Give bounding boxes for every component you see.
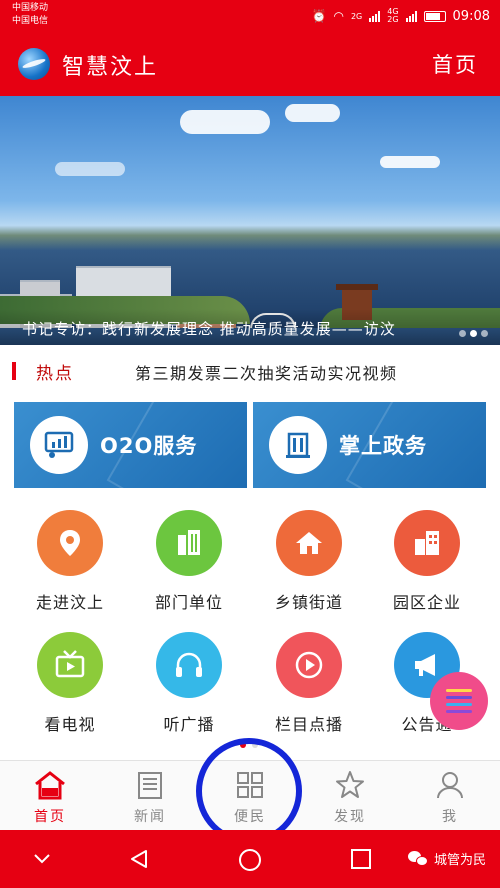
headphones-icon bbox=[156, 632, 222, 698]
home-circle-icon[interactable] bbox=[238, 848, 262, 872]
star-icon bbox=[336, 771, 364, 798]
map-pin-icon bbox=[37, 510, 103, 576]
carrier-info: 中国移动 中国电信 bbox=[12, 2, 48, 28]
grid-label: 乡镇街道 bbox=[274, 593, 343, 612]
banner-pagination bbox=[459, 330, 488, 337]
grid-label: 听广播 bbox=[163, 715, 215, 734]
home-link[interactable]: 首页 bbox=[432, 49, 478, 79]
alarm-icon: ⏰ bbox=[311, 9, 327, 23]
hot-headline[interactable]: 第三期发票二次抽奖活动实况视频 bbox=[135, 360, 398, 384]
banner-dot bbox=[459, 330, 466, 337]
grid-label: 部门单位 bbox=[154, 593, 223, 612]
app-logo-icon bbox=[18, 48, 50, 80]
office-tower-icon bbox=[156, 510, 222, 576]
cloud-shape bbox=[55, 162, 125, 176]
app-title: 智慧汶上 bbox=[62, 55, 159, 80]
status-bar: 中国移动 中国电信 ⏰ ◠ 2G 4G 2G 09:08 bbox=[0, 0, 500, 32]
factory-icon bbox=[394, 510, 460, 576]
hero-banner[interactable]: 书记专访：践行新发展理念 推动高质量发展——访汶 bbox=[0, 96, 500, 345]
grid-item-walk-into-wenshang[interactable]: 走进汶上 bbox=[15, 510, 125, 613]
battery-icon bbox=[423, 10, 446, 22]
hot-label: 热点 bbox=[36, 364, 74, 384]
tab-me[interactable]: 我 bbox=[400, 761, 500, 831]
grid-item-departments[interactable]: 部门单位 bbox=[134, 510, 244, 613]
grid-item-towns[interactable]: 乡镇街道 bbox=[254, 510, 364, 613]
hot-news-bar[interactable]: 热点 第三期发票二次抽奖活动实况视频 bbox=[0, 345, 500, 397]
back-icon[interactable] bbox=[128, 848, 150, 870]
tab-label: 我 bbox=[442, 809, 458, 825]
grid-item-radio[interactable]: 听广播 bbox=[134, 632, 244, 735]
system-nav-bar: 城管为民 bbox=[0, 830, 500, 888]
house-icon bbox=[276, 510, 342, 576]
signal-icon bbox=[369, 10, 381, 22]
wifi-icon: ◠ bbox=[333, 9, 344, 23]
grid-label: 看电视 bbox=[44, 715, 96, 734]
grid-label: 栏目点播 bbox=[274, 715, 343, 734]
mobile-government-button[interactable]: 掌上政务 bbox=[253, 402, 486, 488]
highlight-circle-annotation bbox=[196, 738, 302, 844]
status-indicators: ⏰ ◠ 2G 4G 2G 09:08 bbox=[312, 8, 491, 24]
tab-label: 新闻 bbox=[134, 809, 166, 825]
wechat-icon bbox=[407, 850, 428, 867]
carrier-1: 中国移动 bbox=[12, 3, 49, 13]
banner-caption: 书记专访：践行新发展理念 推动高质量发展——访汶 bbox=[22, 320, 396, 338]
chevron-down-icon[interactable] bbox=[32, 848, 52, 868]
network-labels: 4G 2G bbox=[387, 7, 399, 24]
grid-label: 走进汶上 bbox=[35, 593, 104, 612]
grid-label: 园区企业 bbox=[392, 593, 461, 612]
watermark-text: 城管为民 bbox=[433, 853, 486, 868]
cloud-shape bbox=[180, 110, 270, 134]
home-icon bbox=[35, 771, 65, 800]
app-screen: 中国移动 中国电信 ⏰ ◠ 2G 4G 2G 09:08 智慧汶上 首页 书记专… bbox=[0, 0, 500, 888]
cloud-shape bbox=[285, 104, 340, 122]
play-icon bbox=[276, 632, 342, 698]
network-2g-label: 2G bbox=[350, 11, 363, 21]
grid-item-on-demand[interactable]: 栏目点播 bbox=[254, 632, 364, 735]
tab-label: 首页 bbox=[34, 809, 66, 825]
tab-label: 发现 bbox=[334, 809, 366, 825]
watermark: 城管为民 bbox=[407, 849, 486, 868]
o2o-service-button[interactable]: O2O服务 bbox=[14, 402, 247, 488]
recents-icon[interactable] bbox=[350, 848, 372, 870]
tv-icon bbox=[37, 632, 103, 698]
presentation-icon bbox=[30, 416, 88, 474]
floating-menu-button[interactable] bbox=[430, 672, 488, 730]
carrier-2: 中国电信 bbox=[12, 16, 49, 26]
mobile-government-label: 掌上政务 bbox=[339, 434, 427, 458]
signal-icon-2 bbox=[405, 10, 417, 22]
clock: 09:08 bbox=[452, 8, 490, 24]
banner-dot bbox=[481, 330, 488, 337]
o2o-service-label: O2O服务 bbox=[100, 434, 198, 458]
banner-caption-bar: 书记专访：践行新发展理念 推动高质量发展——访汶 bbox=[0, 309, 500, 345]
newspaper-icon bbox=[138, 772, 162, 799]
tab-discover[interactable]: 发现 bbox=[300, 761, 400, 831]
hot-marker bbox=[12, 362, 16, 380]
tab-news[interactable]: 新闻 bbox=[100, 761, 200, 831]
app-header: 智慧汶上 首页 bbox=[0, 32, 500, 96]
cloud-shape bbox=[380, 156, 440, 168]
building-icon bbox=[269, 416, 327, 474]
banner-dot-active bbox=[470, 330, 477, 337]
grid-item-watch-tv[interactable]: 看电视 bbox=[15, 632, 125, 735]
tab-home[interactable]: 首页 bbox=[0, 761, 100, 831]
person-icon bbox=[437, 772, 463, 799]
grid-item-parks-enterprises[interactable]: 园区企业 bbox=[372, 510, 482, 613]
